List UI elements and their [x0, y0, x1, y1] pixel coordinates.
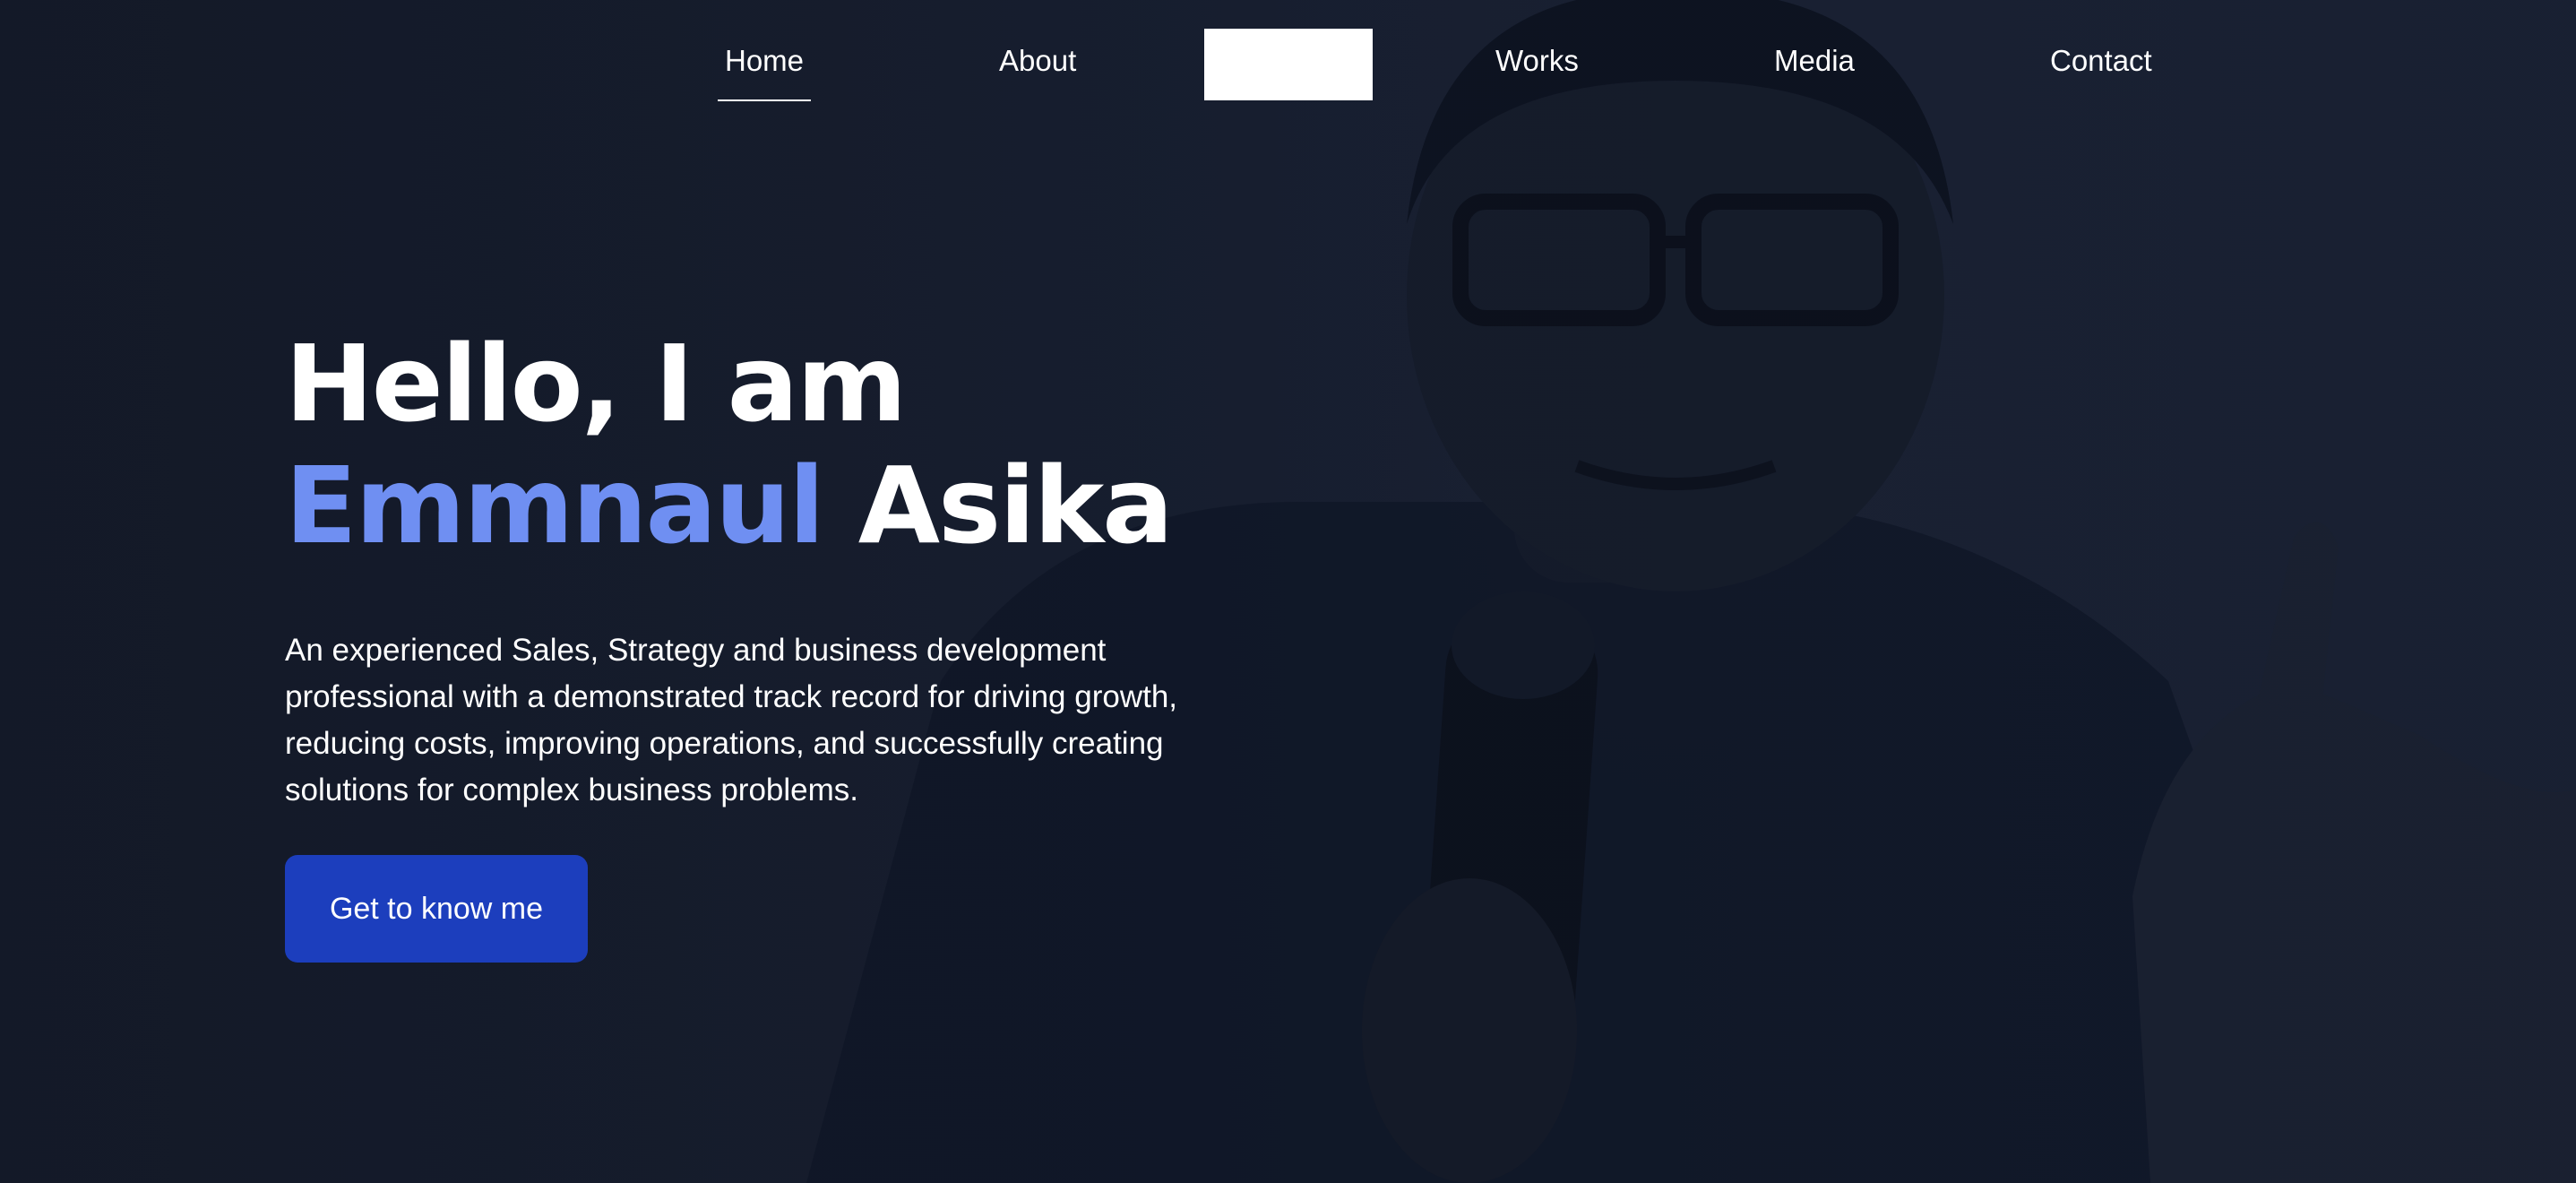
nav-item-contact[interactable]: Contact: [2050, 43, 2152, 79]
hero-section: Hello, I am Emmnaul Asika An experienced…: [285, 323, 1271, 963]
hero-description: An experienced Sales, Strategy and busin…: [285, 633, 1178, 807]
nav-item-home[interactable]: Home: [717, 43, 812, 101]
hero-headline: Hello, I am Emmnaul Asika: [285, 323, 1271, 566]
get-to-know-me-button[interactable]: Get to know me: [285, 855, 588, 963]
nav-item-media[interactable]: Media: [1774, 43, 1855, 79]
hero-greeting: Hello, I am: [285, 322, 907, 445]
hero-last-name: Asika: [857, 444, 1174, 567]
nav-item-works[interactable]: Works: [1495, 43, 1579, 79]
logo-placeholder[interactable]: [1204, 29, 1373, 100]
hero-first-name: Emmnaul: [285, 444, 825, 567]
top-navigation: Home About Works Media Contact: [0, 0, 2576, 117]
nav-item-about[interactable]: About: [999, 43, 1076, 79]
page: Home About Works Media Contact Hello, I …: [0, 0, 2576, 1183]
